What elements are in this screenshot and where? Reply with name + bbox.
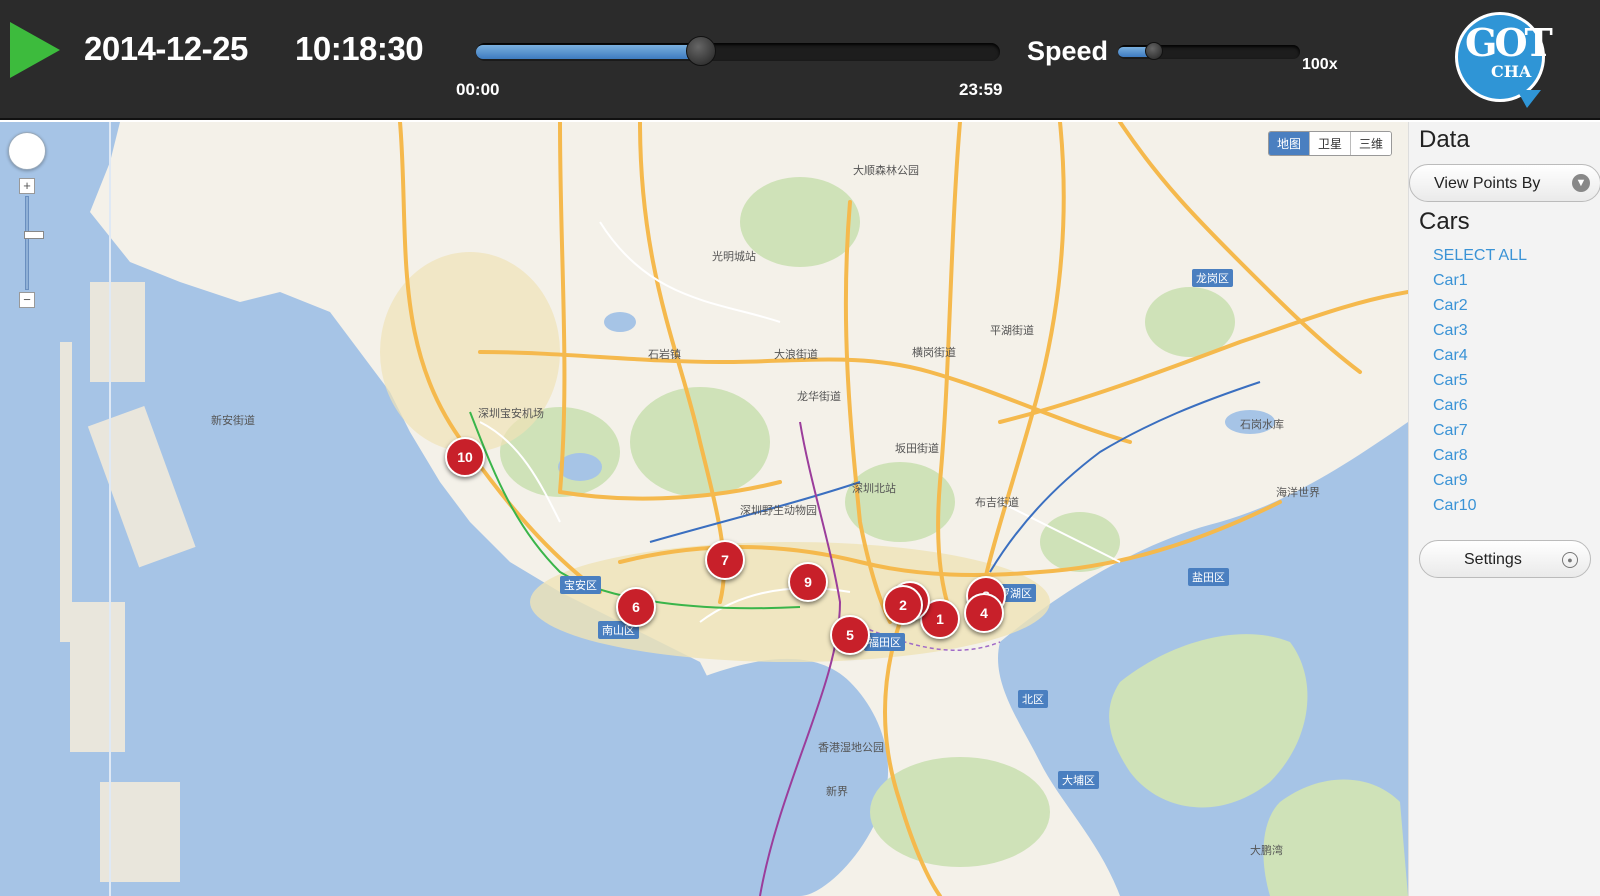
place-label: 海洋世界: [1276, 487, 1320, 499]
place-label: 深圳北站: [852, 483, 896, 495]
zoom-control: + −: [19, 178, 44, 308]
car-marker[interactable]: 4: [964, 593, 1004, 633]
place-label: 大鹏湾: [1250, 845, 1283, 857]
car-marker[interactable]: 2: [883, 585, 923, 625]
car-marker[interactable]: 10: [445, 437, 485, 477]
map-background: [0, 122, 1408, 896]
place-label: 横岗街道: [912, 347, 956, 359]
speed-value: 100x: [1302, 56, 1338, 73]
timeline-start-label: 00:00: [456, 80, 500, 99]
timeline-progress: [476, 45, 702, 59]
car-item[interactable]: Car2: [1433, 297, 1527, 322]
current-time: 10:18:30: [295, 30, 424, 67]
place-label: 新界: [826, 786, 848, 798]
district-label: 龙岗区: [1192, 269, 1233, 287]
district-label: 福田区: [864, 633, 905, 651]
current-date: 2014-12-25: [84, 30, 248, 67]
car-item[interactable]: Car5: [1433, 372, 1527, 397]
car-marker[interactable]: 5: [830, 615, 870, 655]
car-marker[interactable]: 9: [788, 562, 828, 602]
zoom-slider[interactable]: [24, 196, 44, 290]
speed-label: Speed: [1027, 36, 1109, 66]
map-type-3d[interactable]: 三维: [1349, 132, 1391, 155]
cars-heading: Cars: [1419, 208, 1470, 235]
place-label: 大顺森林公园: [853, 165, 919, 177]
car-item[interactable]: Car9: [1433, 472, 1527, 497]
zoom-out-button[interactable]: −: [19, 292, 35, 308]
car-marker[interactable]: 6: [616, 587, 656, 627]
place-label: 石岗水库: [1240, 419, 1284, 431]
gear-icon: ●: [1562, 552, 1578, 568]
logo-text-cha: CHA: [1491, 62, 1532, 81]
car-item[interactable]: Car1: [1433, 272, 1527, 297]
playback-toolbar: 2014-12-25 10:18:30 00:00 23:59 Speed 10…: [0, 0, 1600, 120]
zoom-in-button[interactable]: +: [19, 178, 35, 194]
map-type-switch: 地图 卫星 三维: [1267, 131, 1392, 156]
timeline-end-label: 23:59: [959, 80, 1003, 99]
place-label: 香港湿地公园: [818, 742, 884, 754]
settings-button[interactable]: Settings ●: [1419, 540, 1591, 578]
car-item[interactable]: Car8: [1433, 447, 1527, 472]
gotcha-logo: GOT CHA: [1455, 12, 1553, 108]
sidebar: Data View Points By ▼ Cars SELECT ALL Ca…: [1408, 122, 1600, 896]
place-label: 大浪街道: [774, 349, 818, 361]
map-type-map[interactable]: 地图: [1268, 132, 1309, 155]
timeline-handle[interactable]: [686, 36, 717, 66]
place-label: 光明城站: [712, 251, 756, 263]
district-label: 大埔区: [1058, 771, 1099, 789]
speed-slider[interactable]: [1118, 42, 1300, 60]
play-button[interactable]: [10, 22, 60, 78]
settings-label: Settings: [1464, 551, 1522, 568]
car-list: SELECT ALL Car1 Car2 Car3 Car4 Car5 Car6…: [1433, 247, 1527, 522]
car-item[interactable]: Car6: [1433, 397, 1527, 422]
place-label: 石岩镇: [648, 349, 681, 361]
place-label: 平湖街道: [990, 325, 1034, 337]
pan-control[interactable]: [8, 132, 46, 170]
car-item[interactable]: Car3: [1433, 322, 1527, 347]
car-item[interactable]: Car7: [1433, 422, 1527, 447]
district-label: 盐田区: [1188, 568, 1229, 586]
select-all-link[interactable]: SELECT ALL: [1433, 247, 1527, 272]
place-label: 新安街道: [211, 415, 255, 427]
view-points-by-label: View Points By: [1434, 175, 1541, 192]
place-label: 坂田街道: [895, 443, 939, 455]
district-label: 宝安区: [560, 576, 601, 594]
data-heading: Data: [1419, 126, 1470, 153]
zoom-handle[interactable]: [24, 231, 44, 239]
place-label: 深圳野生动物园: [740, 505, 817, 517]
district-label: 北区: [1018, 690, 1048, 708]
map-canvas[interactable]: 深圳宝安机场 光明城站 大顺森林公园 石岩镇 大浪街道 龙华街道 深圳野生动物园…: [0, 122, 1408, 896]
timeline-slider[interactable]: [476, 36, 1000, 66]
view-points-by-dropdown[interactable]: View Points By ▼: [1409, 164, 1600, 202]
car-item[interactable]: Car10: [1433, 497, 1527, 522]
map-type-satellite[interactable]: 卫星: [1308, 132, 1350, 155]
chevron-down-icon: ▼: [1572, 174, 1590, 192]
speed-handle[interactable]: [1145, 42, 1164, 60]
car-marker[interactable]: 7: [705, 540, 745, 580]
car-item[interactable]: Car4: [1433, 347, 1527, 372]
place-label: 龙华街道: [797, 391, 841, 403]
place-label: 深圳宝安机场: [478, 408, 544, 420]
logo-text-got: GOT: [1465, 20, 1553, 65]
place-label: 布吉街道: [975, 497, 1019, 509]
